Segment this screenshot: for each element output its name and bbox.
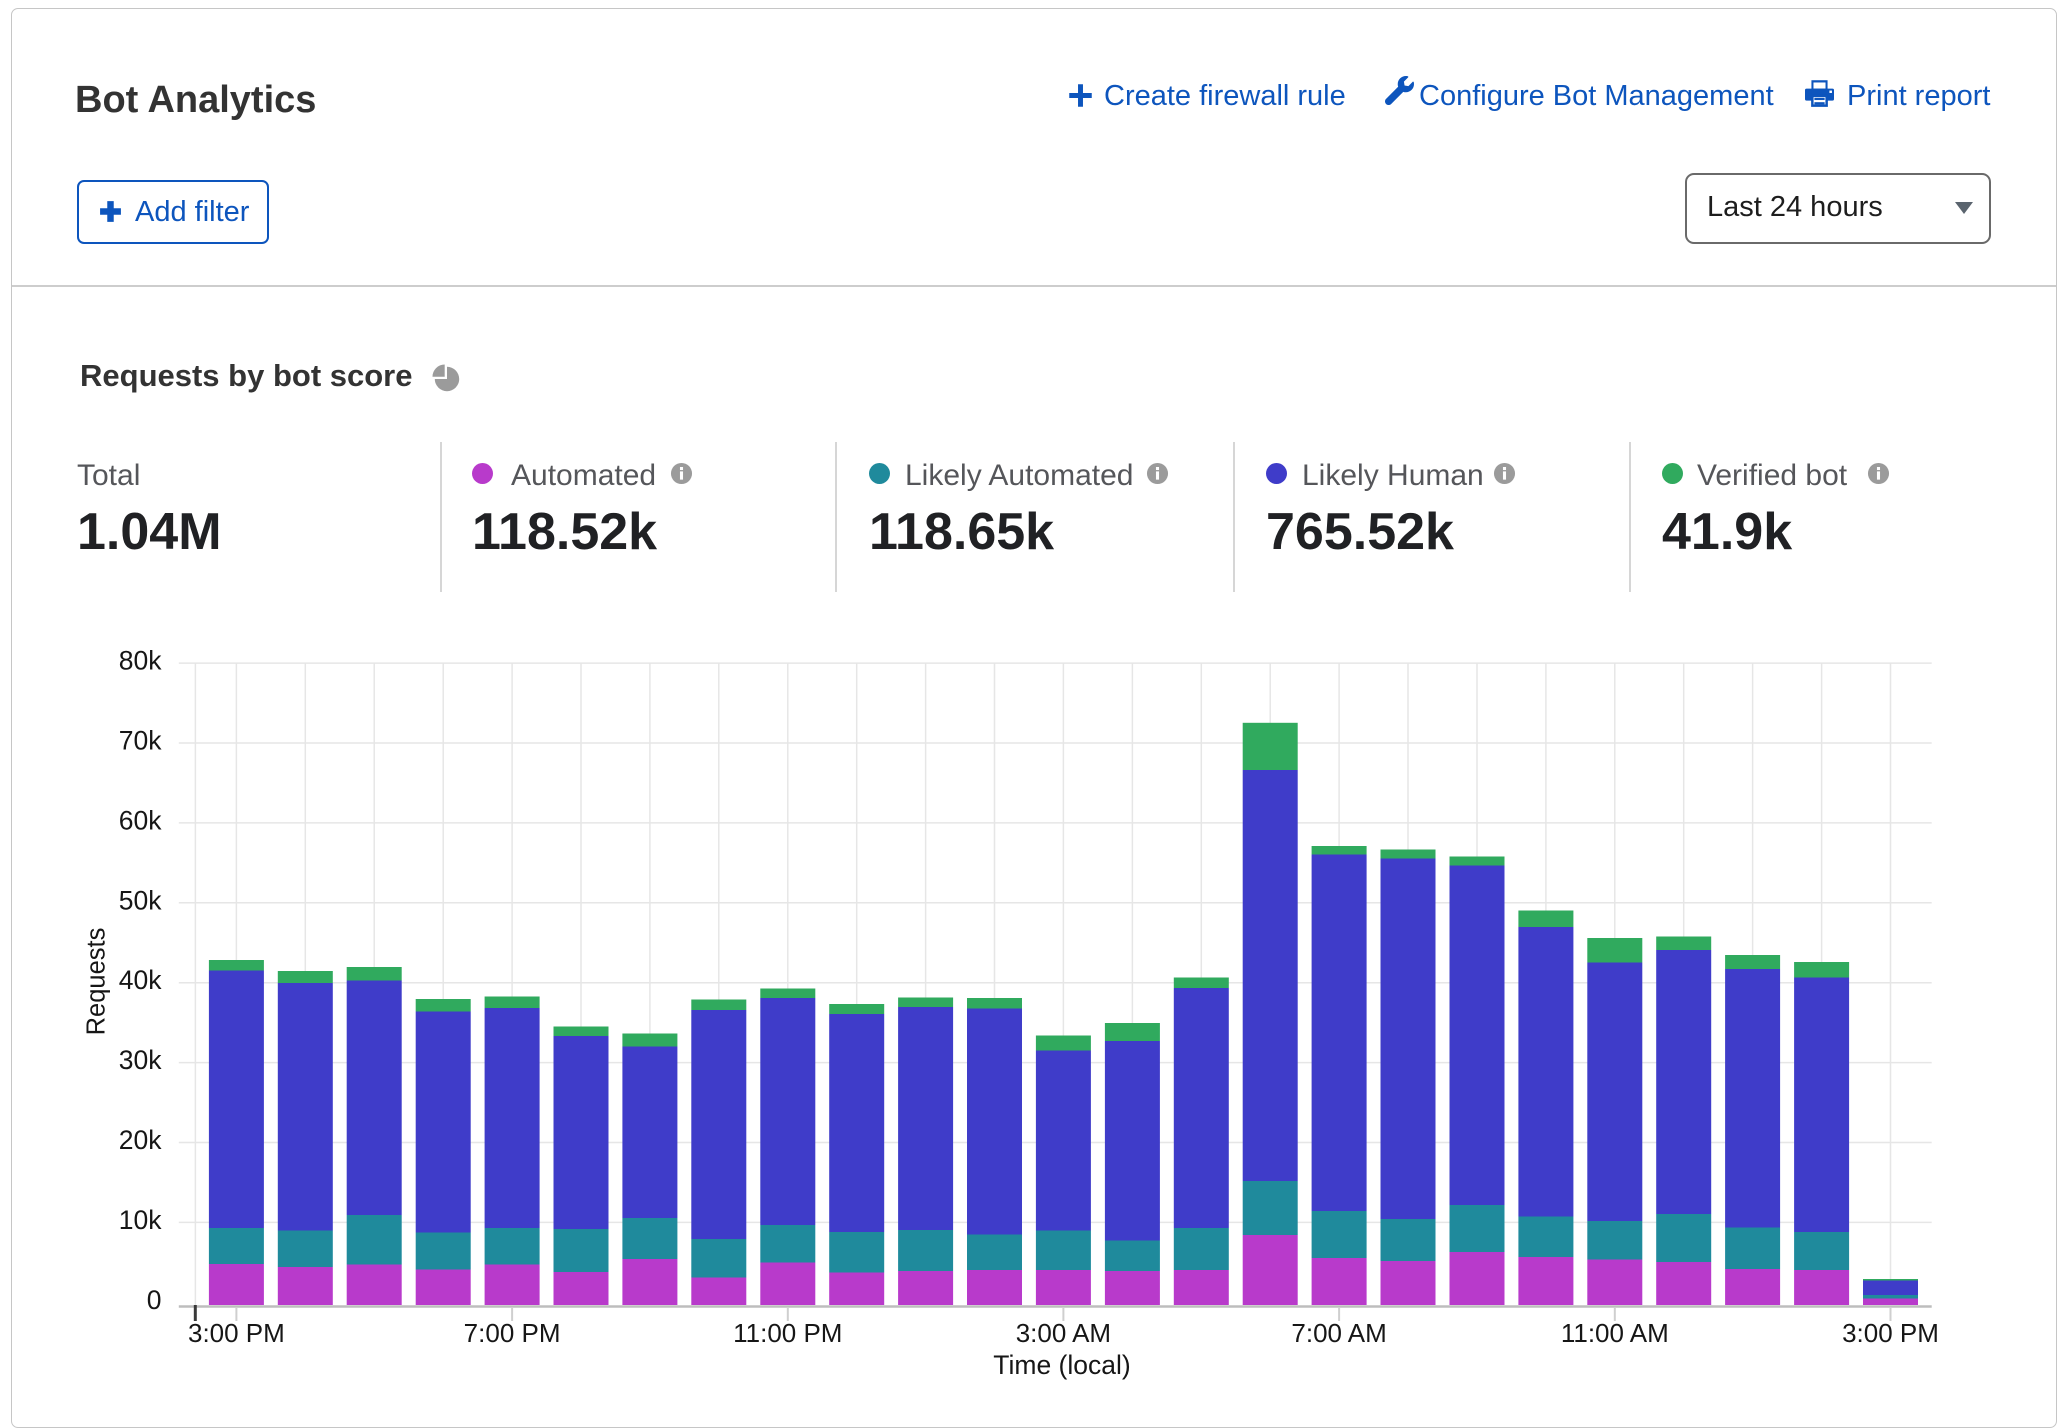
svg-text:3:00 AM: 3:00 AM <box>1016 1318 1111 1348</box>
svg-text:3:00 PM: 3:00 PM <box>188 1318 285 1348</box>
svg-text:11:00 AM: 11:00 AM <box>1561 1318 1669 1348</box>
svg-text:Requests: Requests <box>83 928 111 1036</box>
svg-text:60k: 60k <box>119 805 162 835</box>
svg-text:30k: 30k <box>119 1045 162 1075</box>
svg-text:7:00 PM: 7:00 PM <box>464 1318 561 1348</box>
svg-text:80k: 80k <box>119 646 162 676</box>
svg-text:7:00 AM: 7:00 AM <box>1291 1318 1386 1348</box>
svg-text:0: 0 <box>147 1285 162 1315</box>
svg-text:11:00 PM: 11:00 PM <box>733 1318 842 1348</box>
svg-text:40k: 40k <box>119 965 162 995</box>
svg-text:20k: 20k <box>119 1125 162 1155</box>
svg-text:Time (local): Time (local) <box>993 1350 1130 1380</box>
svg-text:10k: 10k <box>119 1205 162 1235</box>
svg-text:70k: 70k <box>119 726 162 756</box>
svg-text:3:00 PM: 3:00 PM <box>1842 1318 1939 1348</box>
svg-text:50k: 50k <box>119 885 162 915</box>
